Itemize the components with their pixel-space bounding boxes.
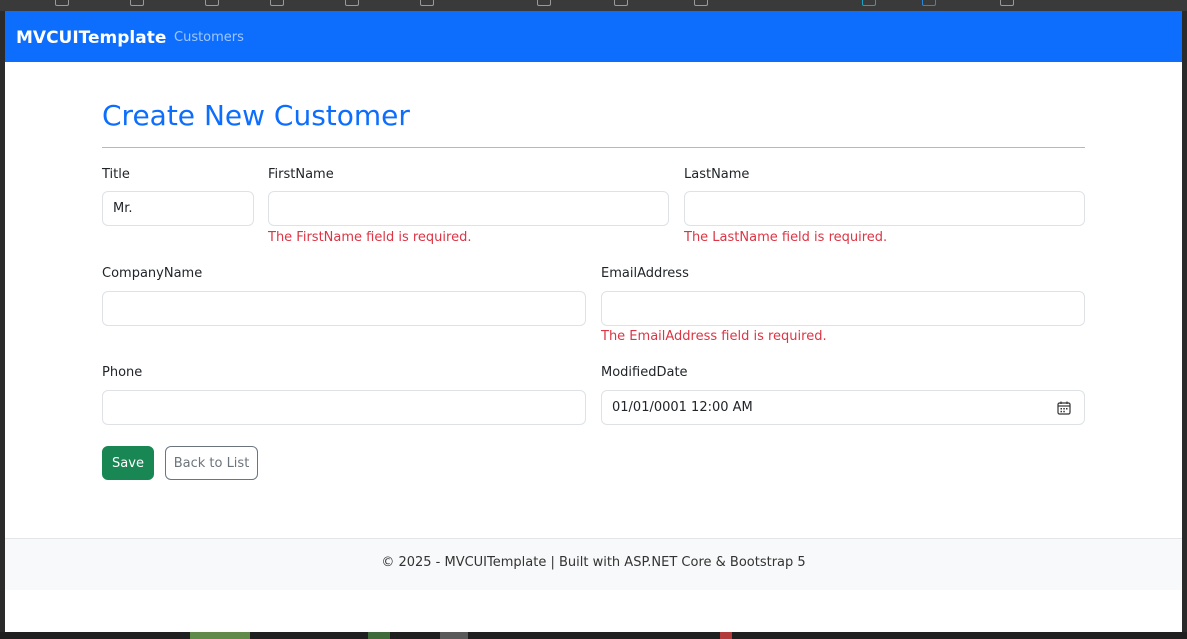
email-address-label: EmailAddress: [601, 266, 689, 281]
phone-label: Phone: [102, 365, 143, 380]
bookmark-icon[interactable]: [130, 0, 144, 6]
browser-bookmarks-strip: [0, 0, 1187, 11]
phone-input[interactable]: [102, 390, 586, 425]
top-navbar: MVCUITemplate Customers: [5, 11, 1182, 62]
bookmark-icon[interactable]: [537, 0, 551, 6]
desktop-decoration: [440, 632, 468, 639]
title-input[interactable]: [102, 191, 254, 226]
save-button[interactable]: Save: [102, 446, 154, 480]
page-title: Create New Customer: [102, 99, 410, 132]
extension-icon[interactable]: [1000, 0, 1014, 6]
last-name-label: LastName: [684, 167, 750, 182]
bookmark-icon[interactable]: [55, 0, 69, 6]
last-name-input[interactable]: [684, 191, 1085, 226]
first-name-label: FirstName: [268, 167, 334, 182]
page-footer: © 2025 - MVCUITemplate | Built with ASP.…: [5, 538, 1182, 590]
modified-date-label: ModifiedDate: [601, 365, 688, 380]
email-address-error: The EmailAddress field is required.: [601, 329, 827, 344]
desktop-decoration: [368, 632, 390, 639]
desktop-decoration: [190, 632, 250, 639]
footer-text: © 2025 - MVCUITemplate | Built with ASP.…: [381, 555, 806, 570]
company-name-input[interactable]: [102, 291, 586, 326]
modified-date-value: 01/01/0001 12:00 AM: [612, 400, 753, 415]
bookmark-icon[interactable]: [205, 0, 219, 6]
bookmark-icon[interactable]: [420, 0, 434, 6]
email-address-input[interactable]: [601, 291, 1085, 326]
extension-icon[interactable]: [862, 0, 876, 6]
extension-icon[interactable]: [922, 0, 936, 6]
bookmark-icon[interactable]: [614, 0, 628, 6]
nav-link-customers[interactable]: Customers: [174, 30, 244, 45]
company-name-label: CompanyName: [102, 266, 203, 281]
navbar-brand[interactable]: MVCUITemplate: [16, 28, 166, 48]
browser-viewport: MVCUITemplate Customers Create New Custo…: [5, 11, 1182, 632]
bookmark-icon[interactable]: [694, 0, 708, 6]
first-name-error: The FirstName field is required.: [268, 230, 472, 245]
desktop-background-strip: [0, 632, 1187, 639]
calendar-icon[interactable]: [1057, 401, 1071, 415]
desktop-decoration: [720, 632, 732, 639]
title-divider: [102, 147, 1085, 148]
modified-date-input[interactable]: 01/01/0001 12:00 AM: [601, 390, 1085, 425]
title-label: Title: [102, 167, 130, 182]
back-to-list-button[interactable]: Back to List: [165, 446, 258, 480]
first-name-input[interactable]: [268, 191, 669, 226]
bookmark-icon[interactable]: [270, 0, 284, 6]
last-name-error: The LastName field is required.: [684, 230, 888, 245]
bookmark-icon[interactable]: [345, 0, 359, 6]
